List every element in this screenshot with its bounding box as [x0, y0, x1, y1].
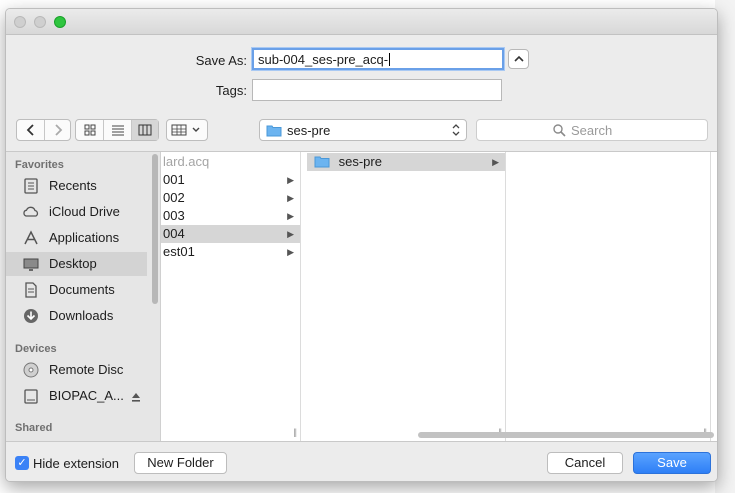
list-icon	[111, 125, 124, 136]
chevron-right-icon: ▶	[287, 247, 294, 257]
column-resize-handle[interactable]: ||	[293, 427, 297, 437]
documents-icon	[25, 282, 37, 298]
columns-icon	[138, 124, 152, 136]
applications-icon	[24, 230, 38, 245]
minimize-window-button[interactable]	[34, 16, 46, 28]
eject-icon[interactable]	[130, 391, 142, 403]
chevron-right-icon: ▶	[287, 211, 294, 221]
search-field[interactable]: Search	[476, 119, 708, 141]
folder-icon	[266, 125, 282, 137]
search-icon	[553, 124, 566, 137]
navigation-buttons	[16, 119, 71, 141]
tags-label: Tags:	[215, 83, 247, 98]
list-item[interactable]: 004 ▶	[161, 225, 300, 243]
horizontal-scrollbar[interactable]	[418, 432, 714, 438]
browser-column-3: ||	[512, 152, 711, 441]
forward-button[interactable]	[44, 120, 70, 140]
list-item[interactable]: ses-pre ▶	[307, 153, 505, 171]
sidebar-item-label: BIOPAC_A...	[49, 388, 124, 403]
chevron-right-icon: ▶	[287, 193, 294, 203]
search-placeholder: Search	[571, 123, 613, 138]
sidebar-item-downloads[interactable]: Downloads	[6, 304, 147, 328]
sidebar-item-desktop[interactable]: Desktop	[6, 252, 147, 276]
back-button[interactable]	[17, 120, 44, 140]
chevron-up-icon	[513, 55, 524, 62]
favorites-header: Favorites	[15, 159, 64, 171]
sidebar-scrollbar[interactable]	[152, 154, 158, 304]
title-bar	[6, 9, 717, 35]
list-view-button[interactable]	[103, 120, 131, 140]
save-dialog: Save As: sub-004_ses-pre_acq- Tags: ses-…	[5, 8, 718, 482]
sidebar-item-label: Remote Disc	[49, 362, 124, 377]
location-label: ses-pre	[287, 123, 331, 138]
sidebar-item-recents[interactable]: Recents	[6, 174, 147, 198]
list-item[interactable]: est01 ▶	[161, 243, 300, 261]
drive-icon	[24, 389, 38, 404]
sidebar-item-remote-disc[interactable]: Remote Disc	[6, 358, 147, 382]
close-window-button[interactable]	[14, 16, 26, 28]
hide-extension-label: Hide extension	[33, 456, 119, 471]
hide-extension-checkbox[interactable]: ✓	[15, 456, 29, 470]
icon-grid-icon	[84, 124, 95, 136]
sidebar-item-label: Documents	[49, 282, 115, 297]
zoom-window-button[interactable]	[54, 16, 66, 28]
sidebar-item-label: Recents	[49, 178, 97, 193]
sidebar: Favorites Recents iCloud Drive Applicati…	[6, 152, 161, 441]
sidebar-item-label: Desktop	[49, 256, 97, 271]
save-as-field[interactable]: sub-004_ses-pre_acq-	[252, 48, 504, 70]
file-browser: Favorites Recents iCloud Drive Applicati…	[6, 151, 717, 442]
chevron-right-icon: ▶	[287, 175, 294, 185]
text-caret	[389, 53, 391, 66]
sidebar-item-label: iCloud Drive	[49, 204, 120, 219]
chevron-right-icon: ▶	[287, 229, 294, 239]
location-popup[interactable]: ses-pre	[259, 119, 467, 141]
list-item[interactable]: 002 ▶	[161, 189, 300, 207]
new-folder-button[interactable]: New Folder	[134, 452, 227, 474]
dialog-footer: ✓ Hide extension New Folder Cancel Save	[6, 443, 717, 481]
sidebar-item-icloud-drive[interactable]: iCloud Drive	[6, 200, 147, 224]
list-item[interactable]: 003 ▶	[161, 207, 300, 225]
expand-dialog-button[interactable]	[508, 49, 529, 69]
browser-column-1: lard.acq 001 ▶ 002 ▶ 003 ▶ 004 ▶ est01 ▶ ||	[161, 152, 301, 441]
downloads-icon	[24, 309, 38, 323]
desktop-icon	[23, 258, 39, 271]
background-window-edge	[715, 0, 735, 493]
sidebar-item-label: Applications	[49, 230, 120, 245]
list-item[interactable]: lard.acq	[161, 153, 300, 171]
recents-icon	[24, 178, 38, 194]
chevron-right-icon: ▶	[492, 157, 499, 167]
sidebar-item-biopac[interactable]: BIOPAC_A...	[6, 384, 147, 408]
chevron-right-icon	[54, 124, 62, 136]
save-as-label: Save As:	[195, 53, 247, 68]
list-item[interactable]: 001 ▶	[161, 171, 300, 189]
column-view-button[interactable]	[131, 120, 158, 140]
save-as-value: sub-004_ses-pre_acq-	[258, 52, 389, 67]
icon-view-button[interactable]	[76, 120, 103, 140]
sidebar-item-label: Downloads	[49, 308, 114, 323]
arrange-button[interactable]	[166, 119, 208, 141]
cancel-button[interactable]: Cancel	[547, 452, 623, 474]
view-mode-control	[75, 119, 159, 141]
disc-icon	[23, 362, 39, 378]
arrange-grid-icon	[171, 124, 200, 136]
chevron-left-icon	[26, 124, 34, 136]
tags-field[interactable]	[252, 79, 502, 101]
updown-chevron-icon	[452, 124, 460, 136]
sidebar-item-applications[interactable]: Applications	[6, 226, 147, 250]
save-button[interactable]: Save	[633, 452, 711, 474]
folder-icon	[314, 156, 330, 168]
icloud-icon	[23, 206, 39, 217]
browser-column-2: ses-pre ▶ ||	[307, 152, 506, 441]
shared-header: Shared	[15, 422, 53, 434]
sidebar-item-documents[interactable]: Documents	[6, 278, 147, 302]
devices-header: Devices	[15, 343, 57, 355]
